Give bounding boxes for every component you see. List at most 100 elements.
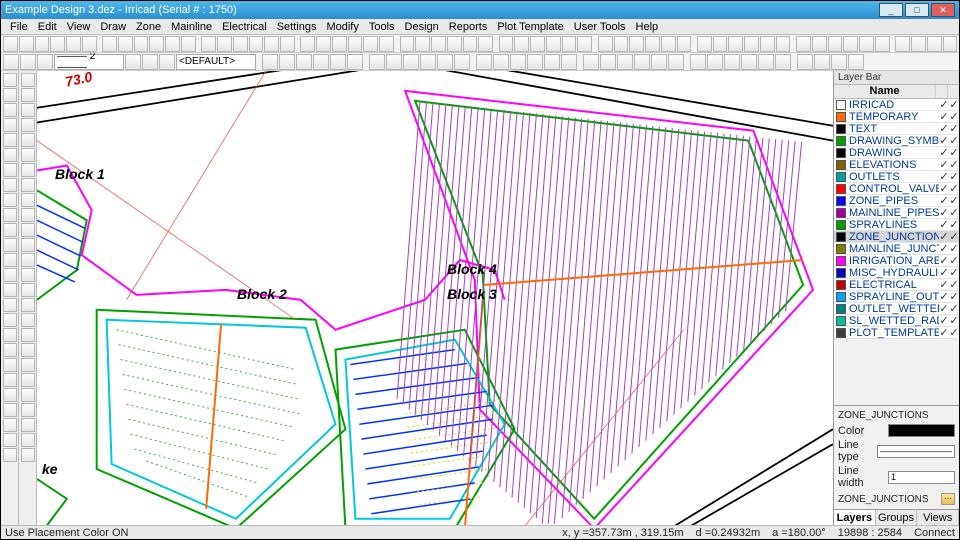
toolbar-button[interactable] — [249, 36, 264, 52]
layer-color-swatch[interactable] — [836, 160, 846, 170]
toolbar-button[interactable] — [690, 54, 706, 70]
toolbar-button[interactable] — [264, 36, 279, 52]
side-tool-button[interactable] — [21, 268, 35, 282]
toolbar-button[interactable] — [859, 36, 874, 52]
color-picker[interactable] — [888, 424, 955, 437]
toolbar-button[interactable] — [848, 54, 864, 70]
side-tool-button[interactable] — [3, 403, 17, 417]
side-tool-button[interactable] — [21, 403, 35, 417]
tab-layers[interactable]: Layers — [834, 510, 876, 525]
linetype-picker[interactable]: ———————— — [877, 445, 955, 458]
menu-draw[interactable]: Draw — [95, 21, 131, 33]
toolbar-button[interactable] — [831, 54, 847, 70]
toolbar-button[interactable] — [37, 54, 53, 70]
side-tool-button[interactable] — [3, 268, 17, 282]
side-tool-button[interactable] — [3, 178, 17, 192]
side-tool-button[interactable] — [21, 298, 35, 312]
side-tool-button[interactable] — [3, 388, 17, 402]
left-toolbar-1[interactable] — [1, 71, 19, 525]
menu-file[interactable]: File — [5, 21, 33, 33]
side-tool-button[interactable] — [21, 193, 35, 207]
toolbar-button[interactable] — [875, 36, 890, 52]
layer-color-swatch[interactable] — [836, 100, 846, 110]
side-tool-button[interactable] — [3, 163, 17, 177]
layer-color-swatch[interactable] — [836, 208, 846, 218]
toolbar-button[interactable] — [149, 36, 164, 52]
side-tool-button[interactable] — [3, 118, 17, 132]
close-button[interactable]: ✕ — [931, 3, 955, 17]
layer-color-swatch[interactable] — [836, 292, 846, 302]
layer-color-swatch[interactable] — [836, 244, 846, 254]
side-tool-button[interactable] — [3, 418, 17, 432]
toolbar-button[interactable] — [300, 36, 315, 52]
side-tool-button[interactable] — [21, 418, 35, 432]
toolbar-button[interactable] — [614, 36, 629, 52]
toolbar-button[interactable] — [510, 54, 526, 70]
side-tool-button[interactable] — [3, 223, 17, 237]
toolbar-button[interactable] — [296, 54, 312, 70]
side-tool-button[interactable] — [3, 283, 17, 297]
toolbar-button[interactable] — [19, 36, 34, 52]
layer-editable-toggle[interactable]: ✓ — [949, 326, 959, 339]
toolbar-button[interactable] — [82, 36, 97, 52]
layers-list[interactable]: IRRICAD✓✓TEMPORARY✓✓TEXT✓✓DRAWING_SYMBOL… — [834, 99, 959, 405]
tab-views[interactable]: Views — [917, 510, 959, 525]
toolbar-button[interactable] — [476, 54, 492, 70]
side-tool-button[interactable] — [3, 448, 17, 462]
side-tool-button[interactable] — [3, 133, 17, 147]
side-tool-button[interactable] — [21, 178, 35, 192]
side-tool-button[interactable] — [3, 88, 17, 102]
side-tool-button[interactable] — [3, 238, 17, 252]
toolbar-button[interactable] — [20, 54, 36, 70]
toolbar-button[interactable] — [369, 54, 385, 70]
toolbar-button[interactable] — [159, 54, 175, 70]
toolbar-button[interactable] — [744, 36, 759, 52]
toolbar-button[interactable] — [125, 54, 141, 70]
layer-color-swatch[interactable] — [836, 328, 846, 338]
minimize-button[interactable]: _ — [879, 3, 903, 17]
side-tool-button[interactable] — [21, 313, 35, 327]
toolbar-button[interactable] — [262, 54, 278, 70]
toolbar-button[interactable] — [279, 54, 295, 70]
menu-user-tools[interactable]: User Tools — [569, 21, 631, 33]
toolbar-button[interactable] — [400, 36, 415, 52]
toolbar-button[interactable] — [814, 54, 830, 70]
toolbar-button[interactable] — [431, 36, 446, 52]
toolbar-button[interactable] — [280, 36, 295, 52]
toolbar-row-2[interactable]: ——— 2 ——— <DEFAULT> — [1, 53, 959, 71]
toolbar-button[interactable] — [911, 36, 926, 52]
titlebar[interactable]: Example Design 3.dez - Irricad (Serial #… — [1, 1, 959, 19]
side-tool-button[interactable] — [21, 133, 35, 147]
toolbar-button[interactable] — [478, 36, 493, 52]
side-tool-button[interactable] — [21, 118, 35, 132]
toolbar-button[interactable] — [728, 36, 743, 52]
toolbar-button[interactable] — [617, 54, 633, 70]
side-tool-button[interactable] — [21, 238, 35, 252]
panel-tabs[interactable]: Layers Groups Views — [834, 509, 959, 525]
toolbar-button[interactable] — [403, 54, 419, 70]
menu-edit[interactable]: Edit — [33, 21, 62, 33]
toolbar-button[interactable] — [561, 54, 577, 70]
layer-color-swatch[interactable] — [836, 268, 846, 278]
toolbar-button[interactable] — [233, 36, 248, 52]
toolbar-button[interactable] — [316, 36, 331, 52]
toolbar-button[interactable] — [165, 36, 180, 52]
toolbar-button[interactable] — [3, 54, 19, 70]
layer-color-swatch[interactable] — [836, 304, 846, 314]
layer-color-swatch[interactable] — [836, 112, 846, 122]
toolbar-button[interactable] — [527, 54, 543, 70]
toolbar-row-1[interactable] — [1, 35, 959, 53]
toolbar-button[interactable] — [797, 54, 813, 70]
toolbar-button[interactable] — [118, 36, 133, 52]
side-tool-button[interactable] — [3, 433, 17, 447]
layer-combo[interactable]: <DEFAULT> — [176, 54, 256, 70]
menu-view[interactable]: View — [62, 21, 96, 33]
side-tool-button[interactable] — [21, 373, 35, 387]
lineweight-combo[interactable]: ——— 2 ——— — [54, 54, 124, 70]
toolbar-button[interactable] — [463, 36, 478, 52]
toolbar-button[interactable] — [363, 36, 378, 52]
toolbar-button[interactable] — [142, 54, 158, 70]
toolbar-button[interactable] — [50, 36, 65, 52]
toolbar-button[interactable] — [775, 54, 791, 70]
toolbar-button[interactable] — [583, 54, 599, 70]
